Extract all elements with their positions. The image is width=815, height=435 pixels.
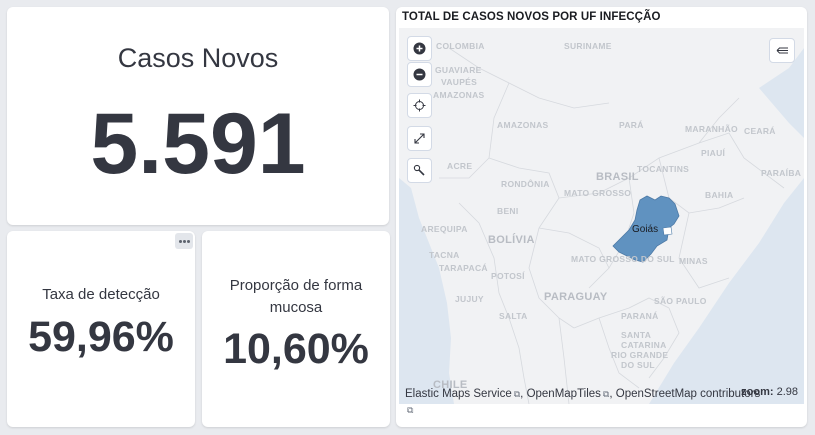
map-place-label: PARAÍBA: [761, 168, 802, 178]
map-place-label: TARAPACÁ: [439, 263, 488, 273]
map-place-label: SANTA: [621, 330, 652, 340]
zoom-out-button[interactable]: [407, 62, 432, 87]
crosshair-icon: [413, 99, 426, 112]
map-place-label: VAUPÉS: [441, 77, 478, 87]
external-link-icon: ⧉: [407, 405, 414, 415]
external-link-icon: ⧉: [513, 389, 521, 399]
proporcao-mucosa-value: 10,60%: [223, 325, 369, 373]
map-place-label: SURINAME: [564, 41, 612, 51]
expand-icon: [414, 133, 425, 144]
external-link-icon: ⧉: [602, 389, 610, 399]
map-place-label: AREQUIPA: [421, 224, 468, 234]
map-place-label: JUJUY: [455, 294, 484, 304]
attribution-link-osm[interactable]: OpenStreetMap contributors: [616, 388, 760, 400]
proporcao-mucosa-label: Proporção de forma mucosa: [229, 277, 363, 316]
panel-options-button[interactable]: [175, 233, 193, 249]
map-place-label: MATO GROSSO DO SUL: [571, 254, 675, 264]
map-place-label: MARANHÃO: [685, 124, 738, 134]
tools-button[interactable]: [407, 158, 432, 183]
map-place-label: GUAVIARE: [435, 65, 482, 75]
map-place-label: AMAZONAS: [497, 120, 549, 130]
plus-icon: [413, 42, 426, 55]
proporcao-mucosa-panel: Proporção de forma mucosa 10,60%: [202, 231, 390, 427]
map-place-label: SALTA: [499, 311, 528, 321]
map-place-label: AMAZONAS: [433, 90, 485, 100]
casos-novos-value: 5.591: [90, 96, 306, 192]
map-place-label: TACNA: [429, 250, 460, 260]
map-place-label: SÃO PAULO: [654, 296, 707, 306]
map-place-label: RIO GRANDE: [611, 350, 669, 360]
attribution-link-elastic[interactable]: Elastic Maps Service: [405, 388, 512, 400]
map-place-label: CEARÁ: [744, 126, 776, 136]
map-place-label: POTOSÍ: [491, 271, 525, 281]
taxa-deteccao-value: 59,96%: [28, 313, 174, 361]
map-place-label: TOCANTINS: [637, 164, 690, 174]
dot-icon: [182, 239, 186, 243]
map-place-label: PARÁ: [619, 120, 644, 130]
legend-collapse-icon: [776, 47, 788, 54]
fullscreen-button[interactable]: [407, 126, 432, 151]
map-place-label: CATARINA: [621, 340, 667, 350]
casos-novos-panel: Casos Novos 5.591: [7, 7, 389, 225]
casos-novos-label: Casos Novos: [117, 43, 279, 73]
dot-icon: [178, 239, 182, 243]
map-title: TOTAL DE CASOS NOVOS POR UF INFECÇÃO: [402, 11, 661, 23]
map-place-label: COLOMBIA: [436, 41, 485, 51]
map-place-label: BAHIA: [705, 190, 734, 200]
map-place-label: PARANÁ: [621, 311, 659, 321]
attribution-link-openmaptiles[interactable]: OpenMapTiles: [527, 388, 601, 400]
minus-icon: [413, 68, 426, 81]
map-panel: TOTAL DE CASOS NOVOS POR UF INFECÇÃO COL…: [396, 7, 807, 427]
map-place-label: PARAGUAY: [544, 291, 608, 303]
map-place-label: ACRE: [447, 161, 473, 171]
map-attribution: Elastic Maps Service ⧉, OpenMapTiles ⧉, Op…: [405, 388, 761, 415]
taxa-deteccao-panel: Taxa de detecção 59,96%: [7, 231, 195, 427]
legend-toggle-button[interactable]: [769, 38, 795, 63]
taxa-deteccao-label: Taxa de detecção: [42, 286, 160, 303]
wrench-icon: [413, 164, 425, 176]
map-place-label: BRASIL: [596, 171, 639, 183]
map-place-label: DO SUL: [621, 360, 655, 370]
map-place-label: RONDÔNIA: [501, 179, 550, 189]
dot-icon: [186, 239, 190, 243]
map-canvas[interactable]: COLOMBIA SURINAME GUAVIARE VAUPÉS AMAZON…: [399, 28, 804, 404]
map-place-label: BOLÍVIA: [488, 234, 535, 246]
map-place-label: PIAUÍ: [701, 148, 726, 158]
map-place-label: BENI: [497, 206, 519, 216]
map-place-label: MATO GROSSO: [564, 188, 632, 198]
map-place-label: MINAS: [679, 256, 708, 266]
zoom-in-button[interactable]: [407, 36, 432, 61]
fit-to-data-button[interactable]: [407, 93, 432, 118]
goias-label: Goiás: [632, 224, 659, 235]
